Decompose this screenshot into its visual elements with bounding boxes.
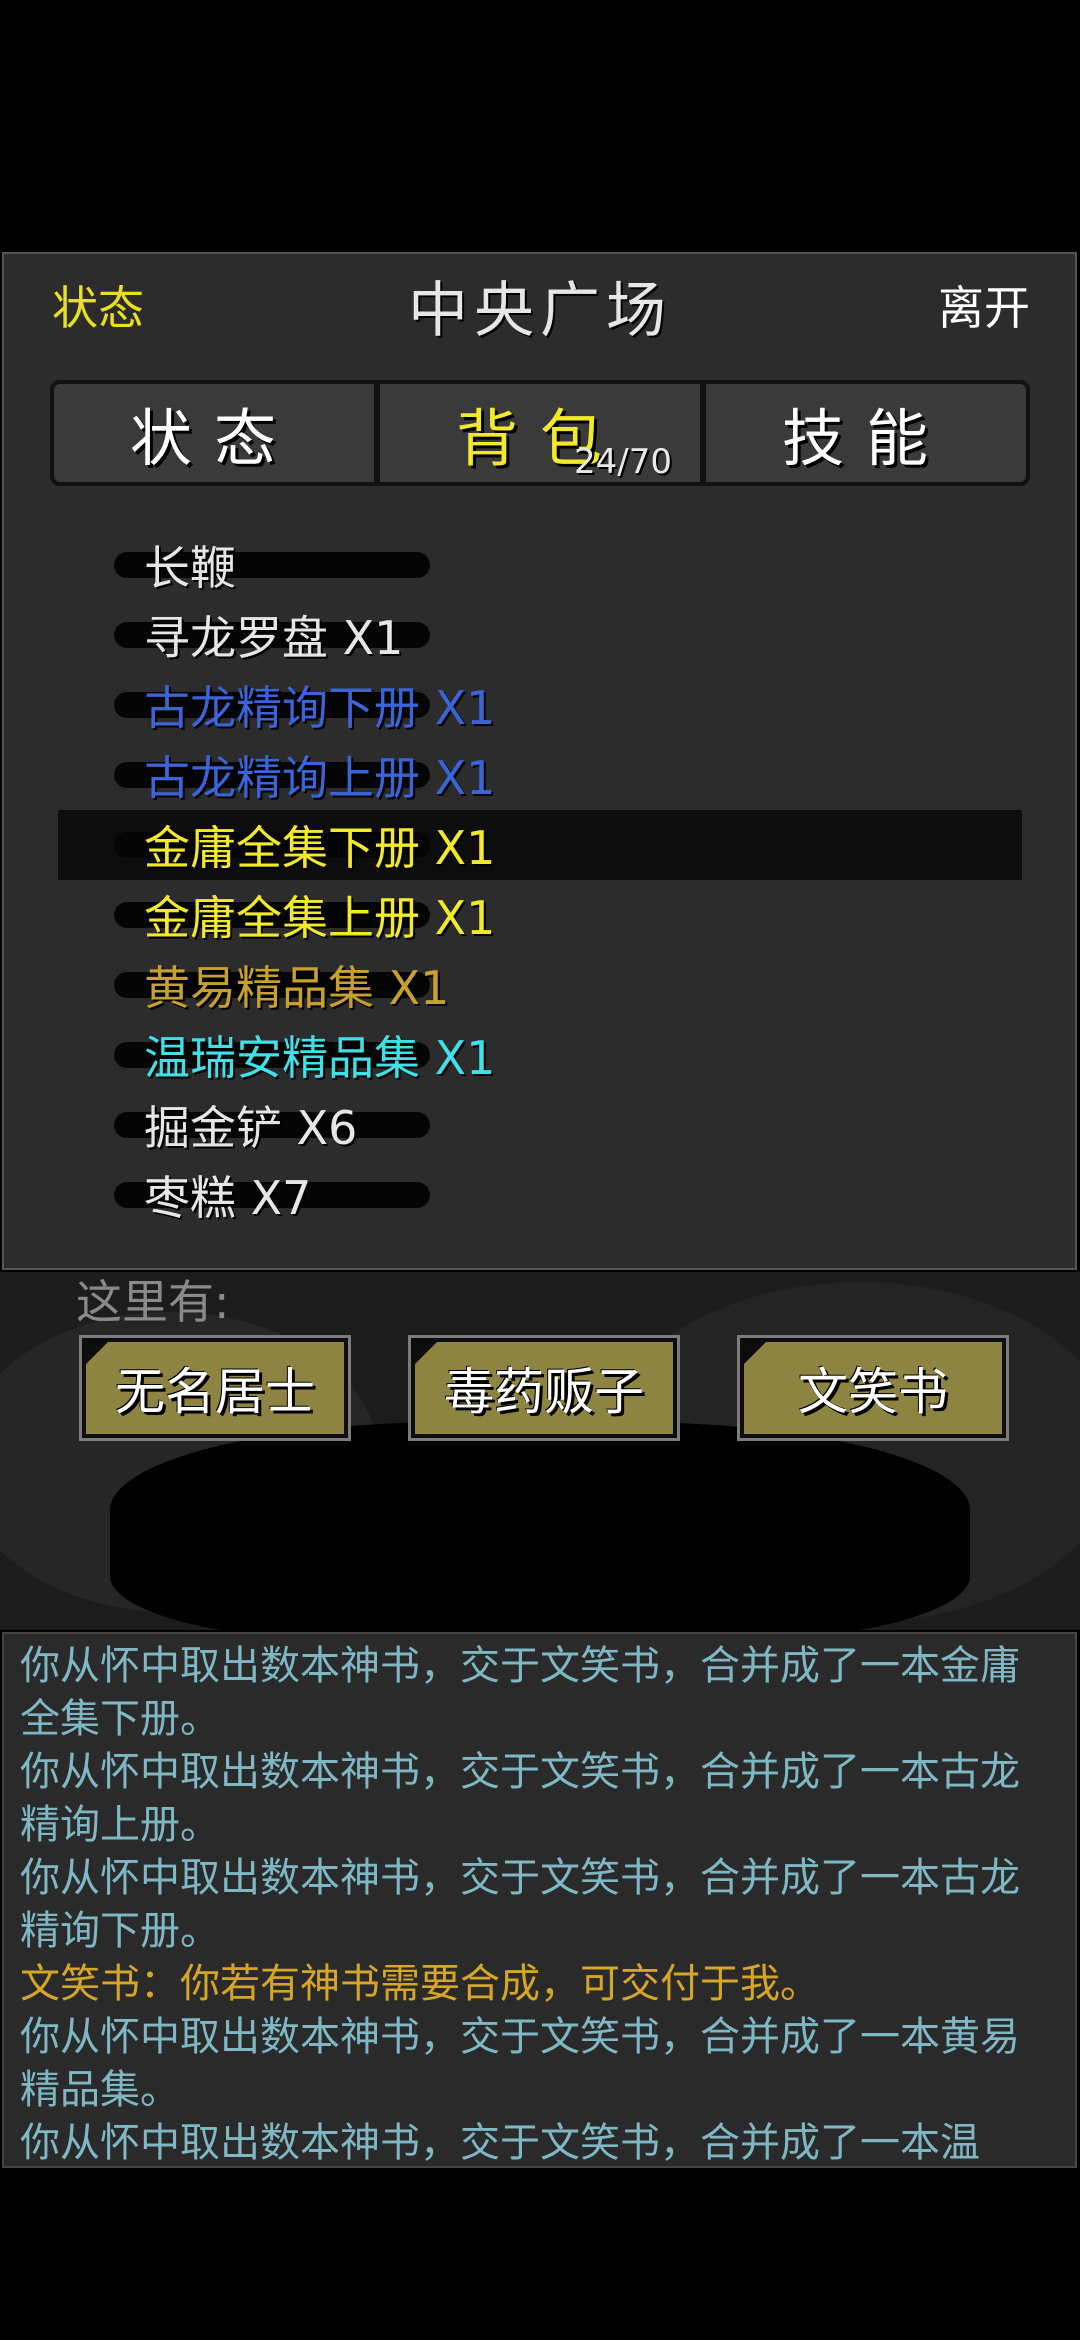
inventory-item[interactable]: 枣糕 X7 <box>58 1160 1022 1230</box>
inventory-count: 24/70 <box>574 442 672 482</box>
inventory-item[interactable]: 寻龙罗盘 X1 <box>58 600 1022 670</box>
inventory-item[interactable]: 金庸全集上册 X1 <box>58 880 1022 950</box>
inventory-item[interactable]: 长鞭 <box>58 530 1022 600</box>
message-log[interactable]: 你从怀中取出数本神书，交于文笑书，合并成了一本金庸全集下册。 你从怀中取出数本神书… <box>2 1632 1077 2168</box>
log-line: 你从怀中取出数本神书，交于文笑书，合并成了一本古龙精询下册。 <box>20 1855 1020 1954</box>
item-name: 寻龙罗盘 X1 <box>144 611 404 665</box>
leave-button[interactable]: 离开 <box>938 272 1030 338</box>
item-name: 温瑞安精品集 X1 <box>144 1031 496 1085</box>
log-line: 你从怀中取出数本神书，交于文笑书，合并成了一本黄易精品集。 <box>20 2014 1020 2113</box>
inventory-item[interactable]: 古龙精询上册 X1 <box>58 740 1022 810</box>
here-label: 这里有: <box>76 1275 230 1329</box>
inventory-item[interactable]: 金庸全集下册 X1 <box>58 810 1022 880</box>
npc-button-poison-seller[interactable]: 毒药贩子 <box>411 1338 677 1438</box>
npc-name: 无名居士 <box>115 1363 315 1421</box>
npc-name: 毒药贩子 <box>444 1363 644 1421</box>
item-name: 金庸全集上册 X1 <box>144 891 496 945</box>
tab-status[interactable]: 状态 <box>54 384 374 482</box>
item-name: 黄易精品集 X1 <box>144 961 450 1015</box>
log-line: 文笑书：你若有神书需要合成，可交付于我。 <box>20 1961 820 2007</box>
tab-bar: 状态 背包 24/70 技能 <box>50 380 1030 486</box>
location-title: 中央广场 <box>408 276 672 346</box>
item-name: 掘金铲 X6 <box>144 1101 358 1155</box>
item-name: 古龙精询下册 X1 <box>144 681 496 735</box>
npc-button-wuming[interactable]: 无名居士 <box>82 1338 348 1438</box>
inventory-item[interactable]: 黄易精品集 X1 <box>58 950 1022 1020</box>
log-line: 你从怀中取出数本神书，交于文笑书，合并成了一本古龙精询上册。 <box>20 1749 1020 1848</box>
npc-button-wenxiaoshu[interactable]: 文笑书 <box>740 1338 1006 1438</box>
inventory-item[interactable]: 温瑞安精品集 X1 <box>58 1020 1022 1090</box>
inventory-list: 长鞭寻龙罗盘 X1 古龙精询下册 X1 古龙精询上册 X1 金庸全集下册 X1 金庸全集… <box>58 530 1022 1230</box>
tab-status-label: 状态 <box>129 402 298 475</box>
tab-skills-label: 技能 <box>781 402 950 475</box>
item-name: 金庸全集下册 X1 <box>144 821 496 875</box>
tab-skills[interactable]: 技能 <box>700 384 1026 482</box>
inventory-item[interactable]: 古龙精询下册 X1 <box>58 670 1022 740</box>
item-name: 枣糕 X7 <box>144 1171 312 1225</box>
item-name: 长鞭 <box>144 541 236 595</box>
npc-name: 文笑书 <box>798 1363 948 1421</box>
tab-inventory[interactable]: 背包 24/70 <box>374 384 700 482</box>
item-name: 古龙精询上册 X1 <box>144 751 496 805</box>
log-line: 你从怀中取出数本神书，交于文笑书，合并成了一本温 <box>20 2120 980 2166</box>
inventory-item[interactable]: 掘金铲 X6 <box>58 1090 1022 1160</box>
log-line: 你从怀中取出数本神书，交于文笑书，合并成了一本金庸全集下册。 <box>20 1643 1020 1742</box>
game-screen: 状态 中央广场 离开 状态 背包 24/70 技能 长鞭寻龙罗盘 X1 古龙精询下… <box>0 0 1080 2340</box>
